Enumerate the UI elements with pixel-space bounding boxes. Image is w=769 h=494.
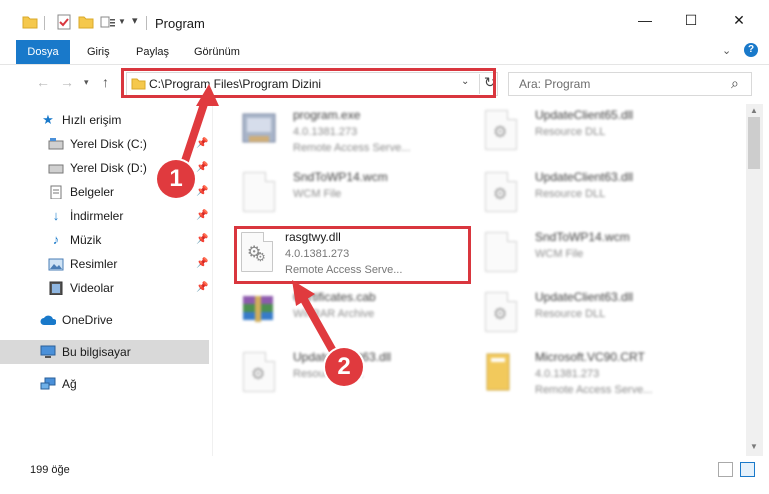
step-marker-2: 2: [325, 348, 363, 386]
annotation-arrows: [178, 84, 342, 364]
arrow-to-address: [178, 94, 210, 174]
arrow-head-address: [196, 84, 219, 106]
step-marker-1: 1: [157, 160, 195, 198]
